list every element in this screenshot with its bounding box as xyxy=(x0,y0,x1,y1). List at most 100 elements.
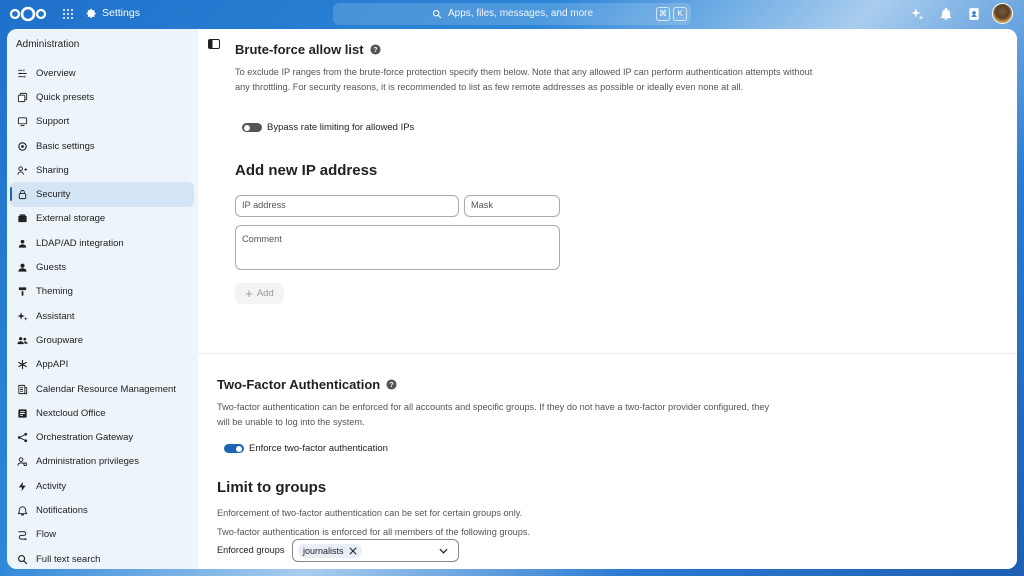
bypass-switch[interactable] xyxy=(242,123,262,132)
svg-text:?: ? xyxy=(390,382,394,389)
sidebar-item-label: Notifications xyxy=(36,504,88,516)
sparkle-icon xyxy=(17,311,28,321)
support-icon xyxy=(17,117,28,127)
enforced-groups-label: Enforced groups xyxy=(217,545,285,555)
presets-icon xyxy=(17,92,28,103)
sidebar-item-theming[interactable]: Theming xyxy=(10,280,194,304)
sidebar-item-label: Full text search xyxy=(36,553,101,565)
app-title: Settings xyxy=(102,7,140,19)
sidebar-item-calendar-resource-management[interactable]: Calendar Resource Management xyxy=(10,377,194,401)
svg-text:?: ? xyxy=(373,47,377,54)
guest-icon xyxy=(18,263,27,272)
settings-content: Brute-force allow list? To exclude IP ra… xyxy=(198,29,1017,569)
share-icon xyxy=(17,166,28,175)
sidebar-item-activity[interactable]: Activity xyxy=(10,474,194,498)
sidebar-item-sharing[interactable]: Sharing xyxy=(10,158,194,182)
sidebar-item-flow[interactable]: Flow xyxy=(10,523,194,547)
sidebar-item-label: Assistant xyxy=(36,310,75,322)
sidebar-nav: Overview Quick presets Support Basic settin… xyxy=(10,61,194,569)
search-icon xyxy=(18,554,28,564)
admin-icon xyxy=(17,457,28,467)
sidebar-item-orchestration-gateway[interactable]: Orchestration Gateway xyxy=(10,425,194,449)
add-button-label: Add xyxy=(256,288,274,299)
sidebar-item-nextcloud-office[interactable]: Nextcloud Office xyxy=(10,401,194,425)
comment-textarea[interactable]: Comment xyxy=(235,225,560,270)
shortcut-key-k: K xyxy=(673,7,687,21)
sidebar-item-quick-presets[interactable]: Quick presets xyxy=(10,85,194,109)
bruteforce-title: Brute-force allow list? xyxy=(235,42,381,57)
sidebar-item-label: Guests xyxy=(36,262,67,274)
sidebar-item-assistant[interactable]: Assistant xyxy=(10,304,194,328)
enforce-label: Enforce two-factor authentication xyxy=(249,443,388,454)
sidebar-item-overview[interactable]: Overview xyxy=(10,61,194,85)
search-placeholder: Apps, files, messages, and more xyxy=(448,8,594,19)
help-icon[interactable]: ? xyxy=(370,44,381,55)
bell-icon xyxy=(17,506,28,516)
overview-icon xyxy=(18,69,27,78)
user-avatar[interactable] xyxy=(992,3,1013,24)
sidebar-item-external-storage[interactable]: External storage xyxy=(10,207,194,231)
storage-icon xyxy=(18,214,27,223)
current-app[interactable]: Settings xyxy=(86,7,140,19)
enforce-toggle-row[interactable]: Enforce two-factor authentication xyxy=(224,443,388,454)
group-chip-label: journalists xyxy=(303,545,344,556)
sidebar-item-label: LDAP/AD integration xyxy=(36,237,124,249)
sidebar-item-administration-privileges[interactable]: Administration privileges xyxy=(10,450,194,474)
plus-icon: + xyxy=(245,285,253,301)
enforce-switch[interactable] xyxy=(224,444,244,453)
user-icon xyxy=(18,239,27,248)
sidebar-item-full-text-search[interactable]: Full text search xyxy=(10,547,194,569)
nextcloud-logo[interactable] xyxy=(9,6,47,22)
sidebar-item-label: Calendar Resource Management xyxy=(36,383,176,395)
sidebar-item-label: Groupware xyxy=(36,334,83,346)
sidebar-item-security[interactable]: Security xyxy=(10,182,194,207)
office-icon xyxy=(18,409,27,418)
bypass-toggle-row[interactable]: Bypass rate limiting for allowed IPs xyxy=(242,122,414,133)
sidebar-item-label: Quick presets xyxy=(36,91,95,103)
bell-icon[interactable] xyxy=(939,7,953,21)
twofactor-description: Two-factor authentication can be enforce… xyxy=(217,402,770,427)
ip-address-input[interactable]: IP address xyxy=(235,195,459,217)
bruteforce-description: To exclude IP ranges from the brute-forc… xyxy=(235,67,813,92)
toggle-sidebar-icon[interactable] xyxy=(208,39,220,49)
chevron-down-icon[interactable] xyxy=(439,548,448,554)
gear-icon xyxy=(86,8,96,18)
sidebar-item-ldap-ad-integration[interactable]: LDAP/AD integration xyxy=(10,231,194,255)
sidebar-item-basic-settings[interactable]: Basic settings xyxy=(10,134,194,158)
contacts-icon[interactable] xyxy=(967,7,981,21)
bruteforce-title-text: Brute-force allow list xyxy=(235,42,364,57)
admin-sidebar: Administration Overview Quick presets Supp… xyxy=(7,29,198,569)
assistant-sparkle-icon[interactable] xyxy=(910,7,924,21)
sidebar-item-appapi[interactable]: AppAPI xyxy=(10,353,194,377)
sidebar-item-groupware[interactable]: Groupware xyxy=(10,328,194,352)
sidebar-item-support[interactable]: Support xyxy=(10,110,194,134)
twofactor-title: Two-Factor Authentication? xyxy=(217,377,397,392)
app-window: Administration Overview Quick presets Supp… xyxy=(7,29,1017,569)
limit-description-2: Two-factor authentication is enforced fo… xyxy=(217,527,531,537)
help-icon[interactable]: ? xyxy=(386,379,397,390)
add-ip-button[interactable]: + Add xyxy=(235,283,284,304)
sidebar-title: Administration xyxy=(16,39,80,50)
lock-icon xyxy=(18,190,27,200)
sidebar-item-label: Nextcloud Office xyxy=(36,407,106,419)
sidebar-item-label: AppAPI xyxy=(36,359,69,371)
unified-search[interactable]: Apps, files, messages, and more ⌘ K xyxy=(333,3,691,25)
section-divider xyxy=(198,353,1017,354)
mask-input[interactable]: Mask xyxy=(464,195,560,217)
flow-icon xyxy=(18,531,27,541)
sidebar-item-guests[interactable]: Guests xyxy=(10,255,194,279)
sidebar-item-notifications[interactable]: Notifications xyxy=(10,498,194,522)
sidebar-item-label: Security xyxy=(36,189,71,201)
gear-icon xyxy=(18,141,27,151)
bypass-label: Bypass rate limiting for allowed IPs xyxy=(267,122,415,133)
close-icon[interactable] xyxy=(348,546,357,555)
enforced-groups-select[interactable]: journalists xyxy=(292,539,459,562)
shortcut-key-cmd: ⌘ xyxy=(656,7,670,21)
api-icon xyxy=(18,360,27,370)
app-menu-icon[interactable] xyxy=(63,9,73,19)
top-header: Settings Apps, files, messages, and more… xyxy=(0,0,1024,28)
group-icon xyxy=(17,336,28,345)
sidebar-item-label: Orchestration Gateway xyxy=(36,432,134,444)
add-ip-title: Add new IP address xyxy=(235,162,378,179)
sidebar-item-label: External storage xyxy=(36,213,106,225)
